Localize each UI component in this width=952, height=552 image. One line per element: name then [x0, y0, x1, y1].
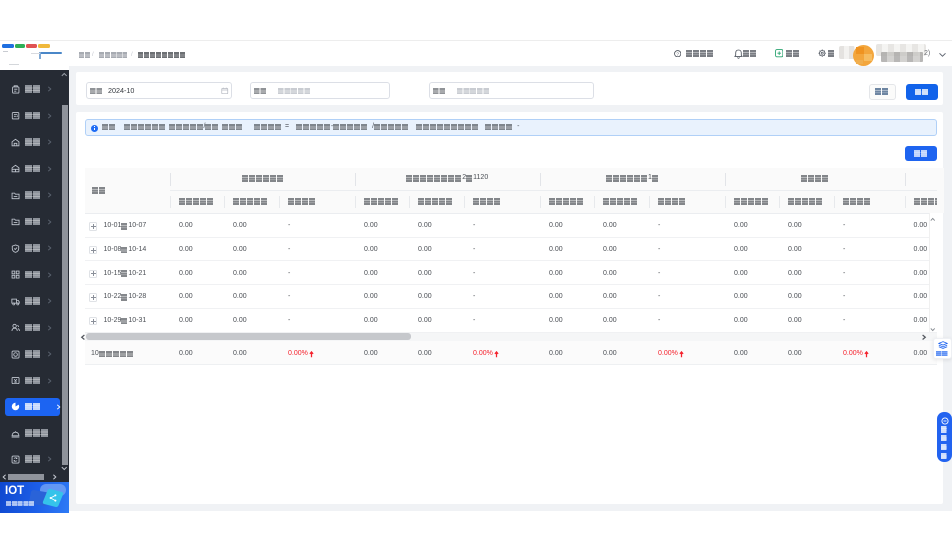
svg-text:?: ? [676, 51, 679, 56]
